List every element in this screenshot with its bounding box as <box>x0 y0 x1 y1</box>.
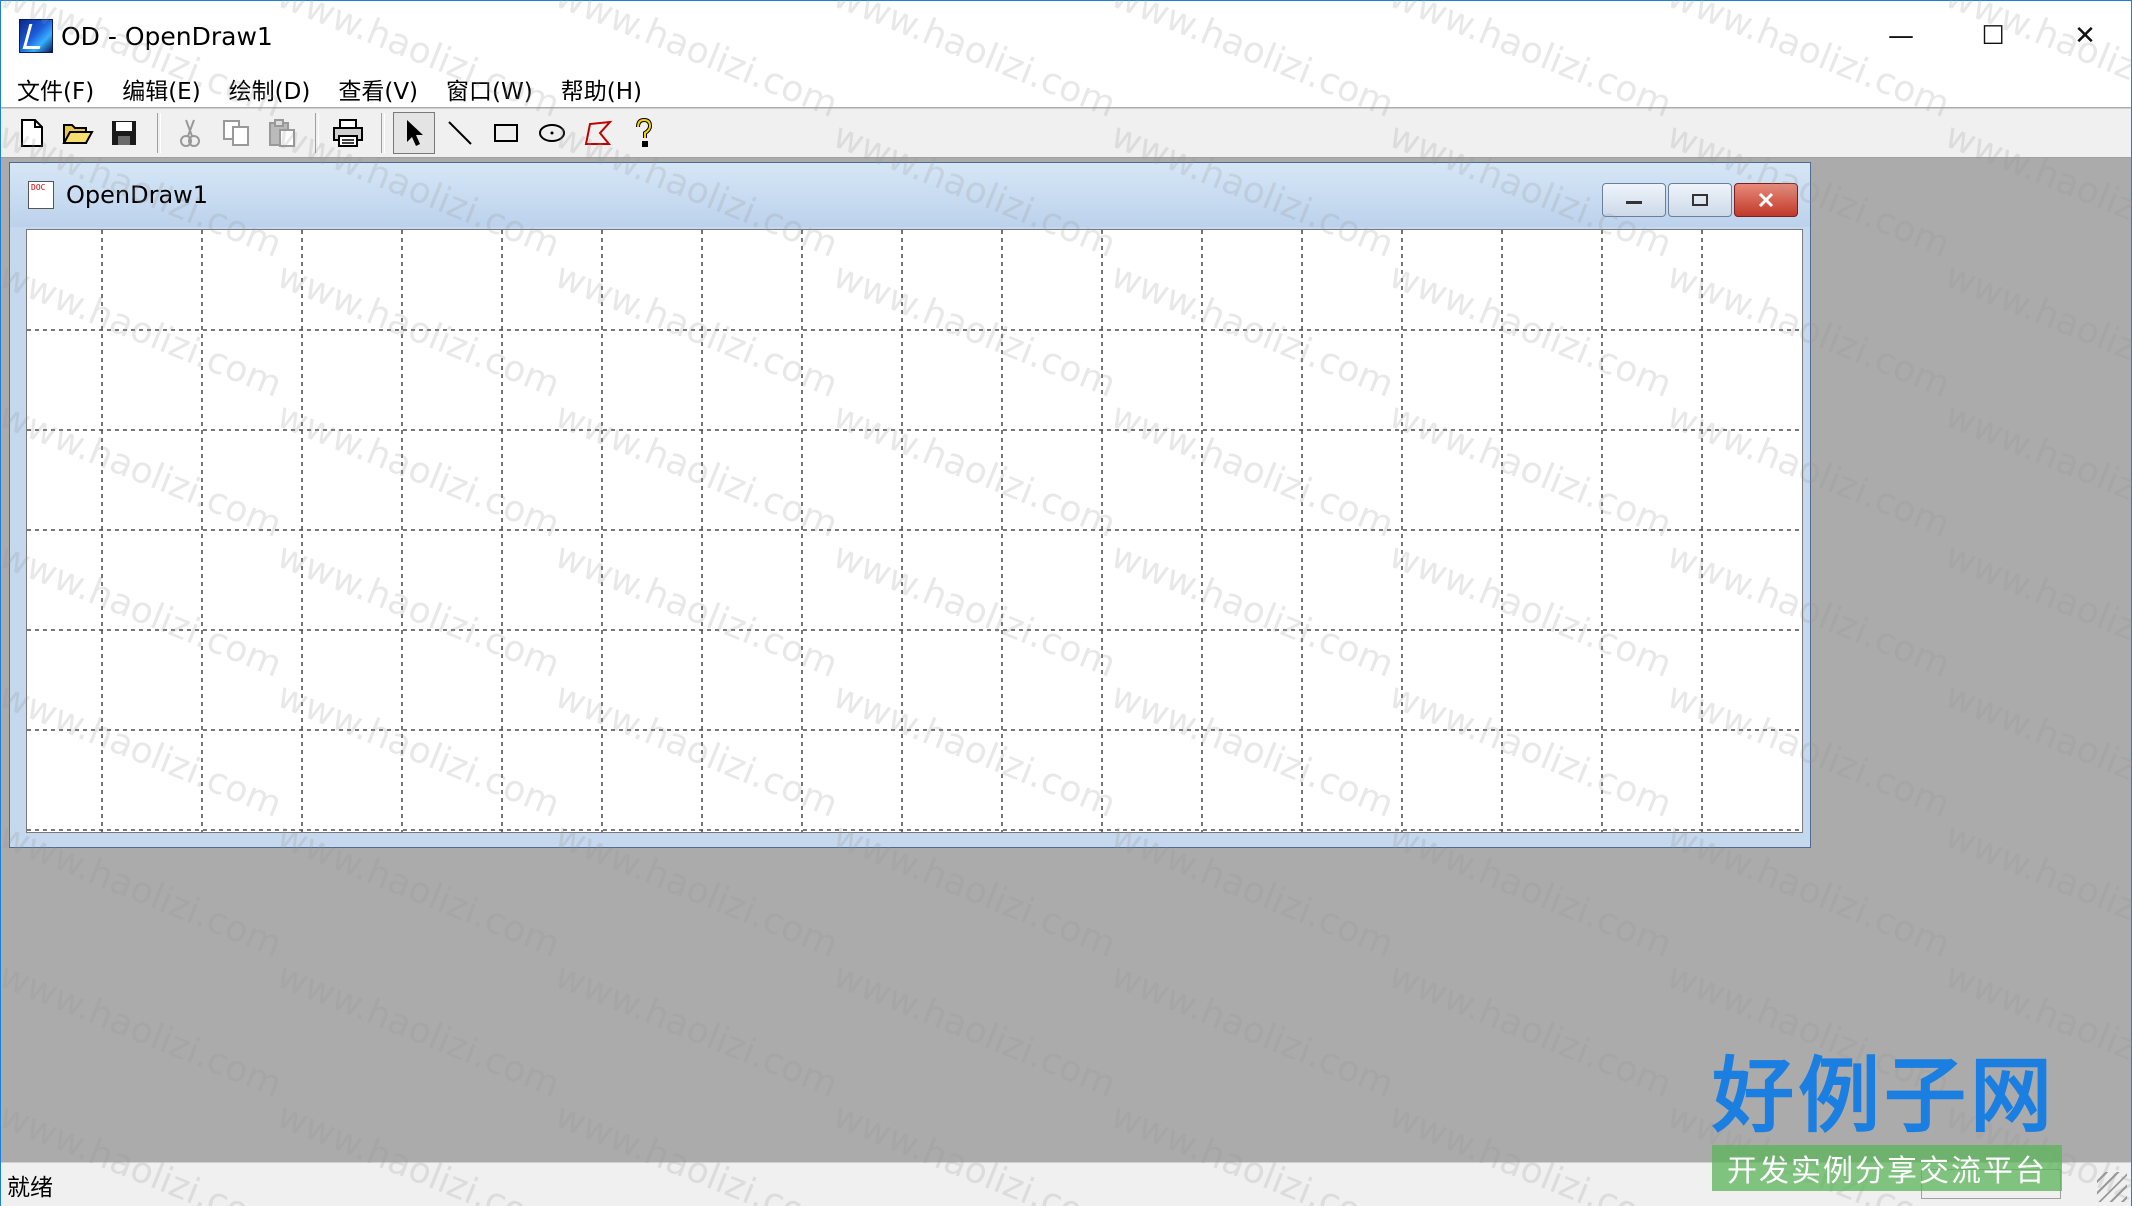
menu-window[interactable]: 窗口(W) <box>432 72 547 106</box>
document-minimize-button[interactable] <box>1602 183 1666 217</box>
close-button[interactable]: ✕ <box>2039 1 2131 71</box>
drawing-canvas[interactable] <box>26 229 1803 833</box>
menu-help[interactable]: 帮助(H) <box>547 72 656 106</box>
document-caption-buttons <box>1602 183 1798 217</box>
rectangle-icon <box>494 124 518 142</box>
cut-button[interactable] <box>169 112 211 154</box>
select-arrow-icon <box>407 120 423 146</box>
open-button[interactable] <box>57 112 99 154</box>
minimize-button[interactable]: — <box>1855 1 1947 71</box>
polygon-button[interactable] <box>577 112 619 154</box>
document-restore-button[interactable] <box>1668 183 1732 217</box>
print-button[interactable] <box>327 112 369 154</box>
rectangle-button[interactable] <box>485 112 527 154</box>
document-window: OpenDraw1 <box>9 162 1811 848</box>
line-button[interactable] <box>439 112 481 154</box>
mdi-client-area[interactable]: OpenDraw1 <box>1 158 2131 1162</box>
status-text: 就绪 <box>7 1174 53 1201</box>
ellipse-button[interactable] <box>531 112 573 154</box>
polygon-icon <box>584 120 613 145</box>
toolbar-separator <box>157 113 161 153</box>
caption-buttons: — ☐ ✕ <box>1855 1 2131 71</box>
toolbar-separator <box>381 113 385 153</box>
ellipse-icon <box>539 124 565 142</box>
copy-icon <box>223 120 249 146</box>
save-button[interactable] <box>103 112 145 154</box>
open-icon <box>62 124 94 144</box>
toolbar <box>1 108 2131 158</box>
document-title: OpenDraw1 <box>66 181 209 209</box>
new-icon <box>21 119 43 147</box>
menu-draw[interactable]: 绘制(D) <box>215 72 325 106</box>
menu-view[interactable]: 查看(V) <box>324 72 432 106</box>
maximize-button[interactable]: ☐ <box>1947 1 2039 71</box>
paste-icon <box>269 119 295 147</box>
restore-icon <box>1692 194 1708 206</box>
print-icon <box>333 119 363 147</box>
close-icon <box>1758 192 1774 208</box>
new-button[interactable] <box>11 112 53 154</box>
document-icon[interactable] <box>28 181 54 209</box>
window-title: OD - OpenDraw1 <box>61 21 273 51</box>
app-icon[interactable] <box>19 19 53 53</box>
line-icon <box>448 121 472 145</box>
document-title-bar[interactable]: OpenDraw1 <box>10 163 1810 227</box>
toolbar-separator <box>315 113 319 153</box>
help-icon <box>636 117 653 147</box>
watermark-logo: 好例子网 开发实例分享交流平台 <box>1712 1055 2062 1195</box>
select-button[interactable] <box>393 112 435 154</box>
menu-file[interactable]: 文件(F) <box>1 72 108 106</box>
watermark-logo-text: 好例子网 <box>1712 1048 2057 1144</box>
save-icon <box>112 121 136 145</box>
menu-bar: 文件(F) 编辑(E) 绘制(D) 查看(V) 窗口(W) 帮助(H) <box>1 71 2131 107</box>
title-bar[interactable]: OD - OpenDraw1 — ☐ ✕ <box>1 1 2131 71</box>
grid-lines <box>27 230 1802 832</box>
document-close-button[interactable] <box>1734 183 1798 217</box>
minimize-icon <box>1626 201 1642 204</box>
cut-icon <box>180 119 200 147</box>
copy-button[interactable] <box>215 112 257 154</box>
menu-edit[interactable]: 编辑(E) <box>108 72 214 106</box>
help-button[interactable] <box>623 112 665 154</box>
watermark-tagline: 开发实例分享交流平台 <box>1712 1145 2062 1191</box>
app-window: OD - OpenDraw1 — ☐ ✕ 文件(F) 编辑(E) 绘制(D) 查… <box>0 0 2132 1206</box>
resize-grip[interactable] <box>2097 1172 2127 1202</box>
paste-button[interactable] <box>261 112 303 154</box>
